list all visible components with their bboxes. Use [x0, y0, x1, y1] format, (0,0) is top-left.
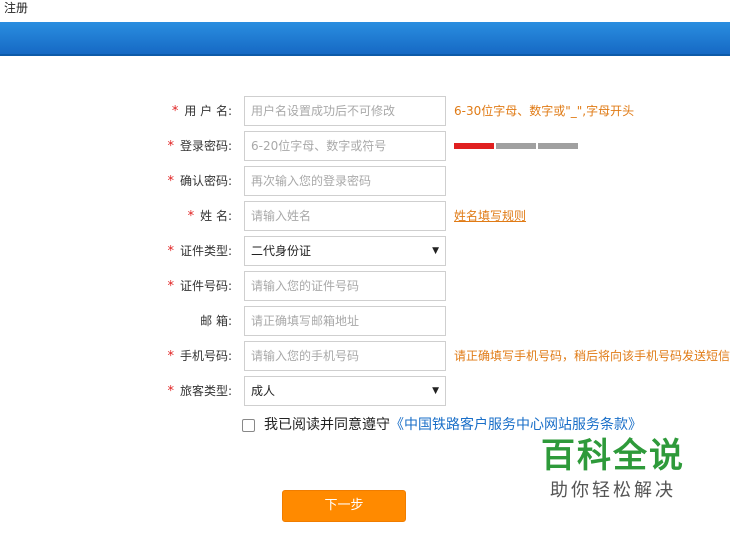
username-field[interactable] — [244, 96, 446, 126]
email-input[interactable] — [245, 307, 445, 335]
password-row: * 登录密码: — [0, 131, 730, 161]
email-row: 邮 箱: — [0, 306, 730, 336]
agreement-checkbox[interactable] — [242, 419, 255, 432]
confirm-label: * 确认密码: — [167, 174, 232, 189]
id-number-label: * 证件号码: — [167, 279, 232, 294]
id-type-row: * 证件类型: 二代身份证 ▼ — [0, 236, 730, 266]
phone-hint: 请正确填写手机号码，稍后将向该手机号码发送短信 — [454, 349, 730, 363]
email-field[interactable] — [244, 306, 446, 336]
username-input[interactable] — [245, 97, 445, 125]
watermark-sub: 助你轻松解决 — [550, 480, 676, 501]
confirm-field[interactable] — [244, 166, 446, 196]
required-mark: * — [167, 174, 174, 189]
strength-segment-3 — [538, 143, 578, 149]
required-mark: * — [167, 384, 174, 399]
id-number-input[interactable] — [245, 272, 445, 300]
phone-row: *手机号码: 请正确填写手机号码，稍后将向该手机号码发送短信 — [0, 341, 730, 371]
name-label: * 姓 名: — [187, 209, 232, 224]
chevron-down-icon: ▼ — [432, 246, 439, 256]
id-number-field[interactable] — [244, 271, 446, 301]
chevron-down-icon: ▼ — [432, 386, 439, 396]
name-field[interactable] — [244, 201, 446, 231]
required-mark: * — [167, 244, 174, 259]
passenger-type-row: * 旅客类型: 成人 ▼ — [0, 376, 730, 406]
next-button[interactable]: 下一步 — [282, 490, 406, 522]
password-label: * 登录密码: — [167, 139, 232, 154]
required-mark: * — [167, 349, 174, 364]
password-field[interactable] — [244, 131, 446, 161]
header-bar — [0, 22, 730, 56]
phone-field[interactable] — [244, 341, 446, 371]
terms-link[interactable]: 《中国铁路客户服务中心网站服务条款》 — [390, 417, 642, 433]
passenger-type-select[interactable]: 成人 ▼ — [244, 376, 446, 406]
page-title: 注册 — [4, 1, 29, 15]
watermark-logo: 百科全说 助你轻松解决 — [518, 434, 708, 504]
required-mark: * — [167, 139, 174, 154]
confirm-row: * 确认密码: — [0, 166, 730, 196]
username-label: * 用 户 名: — [171, 104, 232, 119]
strength-segment-2 — [496, 143, 536, 149]
id-type-select[interactable]: 二代身份证 ▼ — [244, 236, 446, 266]
id-number-row: * 证件号码: — [0, 271, 730, 301]
id-type-label: * 证件类型: — [167, 244, 232, 259]
watermark-main: 百科全说 — [541, 436, 685, 476]
passenger-type-value: 成人 — [251, 384, 276, 398]
phone-label: * 手机号码: — [167, 349, 232, 364]
username-row: *用 户 名: 6-30位字母、数字或"_",字母开头 — [0, 96, 730, 126]
confirm-password-input[interactable] — [245, 167, 445, 195]
id-type-value: 二代身份证 — [251, 244, 312, 258]
passenger-type-label: * 旅客类型: — [167, 384, 232, 399]
required-mark: * — [187, 209, 195, 224]
required-mark: * — [171, 104, 179, 119]
password-input[interactable] — [245, 132, 445, 160]
phone-input[interactable] — [245, 342, 445, 370]
password-strength-meter — [454, 143, 578, 149]
strength-segment-1 — [454, 143, 494, 149]
name-rules-link[interactable]: 姓名填写规则 — [454, 201, 526, 231]
name-row: *姓 名: 姓名填写规则 — [0, 201, 730, 231]
username-hint: 6-30位字母、数字或"_",字母开头 — [454, 104, 635, 118]
email-label: 邮 箱: — [200, 314, 232, 328]
name-input[interactable] — [245, 202, 445, 230]
required-mark: * — [167, 279, 174, 294]
